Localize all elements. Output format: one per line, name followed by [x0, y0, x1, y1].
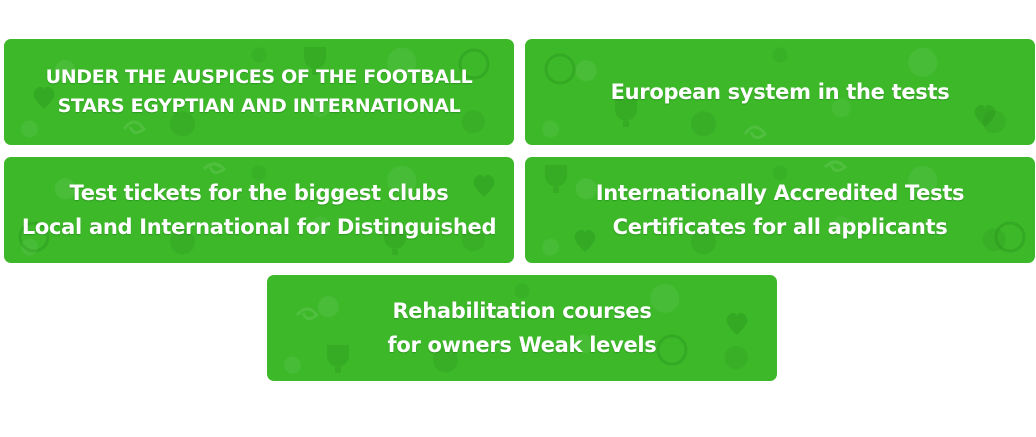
feature-card-accredited-tests: Internationally Accredited Tests Certifi…	[525, 157, 1035, 263]
swirl-icon	[823, 160, 848, 172]
card-text: European system in the tests	[611, 75, 950, 109]
feature-card-test-tickets: Test tickets for the biggest clubs Local…	[4, 157, 514, 263]
card-text: UNDER THE AUSPICES OF THE FOOTBALL STARS…	[46, 63, 473, 121]
trophy-icon	[327, 345, 349, 373]
heart-icon	[726, 312, 748, 335]
swirl-icon	[295, 307, 320, 320]
football-icon	[544, 53, 576, 85]
card-line: STARS EGYPTIAN AND INTERNATIONAL	[57, 95, 461, 117]
card-line: European system in the tests	[610, 80, 950, 104]
card-text: Test tickets for the biggest clubs Local…	[21, 176, 497, 244]
feature-card-european-system: European system in the tests	[525, 39, 1035, 145]
heart-icon	[974, 104, 996, 127]
swirl-icon	[122, 120, 147, 134]
feature-card-football-stars: UNDER THE AUSPICES OF THE FOOTBALL STARS…	[4, 39, 514, 145]
heart-icon	[574, 229, 596, 252]
card-line: Rehabilitation courses	[392, 299, 652, 323]
card-line: UNDER THE AUSPICES OF THE FOOTBALL	[45, 66, 473, 88]
swirl-icon	[202, 162, 227, 174]
football-icon	[656, 334, 688, 366]
card-line: for owners Weak levels	[387, 333, 657, 357]
feature-card-rehabilitation: Rehabilitation courses for owners Weak l…	[267, 275, 777, 381]
card-line: Certificates for all applicants	[612, 215, 948, 239]
card-text: Rehabilitation courses for owners Weak l…	[388, 294, 657, 362]
card-line: Test tickets for the biggest clubs	[69, 181, 449, 205]
football-icon	[994, 221, 1026, 253]
swirl-icon	[743, 125, 768, 139]
card-line: Local and International for Distinguishe…	[21, 215, 497, 239]
trophy-icon	[545, 165, 567, 193]
card-text: Internationally Accredited Tests Certifi…	[596, 176, 965, 244]
card-line: Internationally Accredited Tests	[595, 181, 965, 205]
